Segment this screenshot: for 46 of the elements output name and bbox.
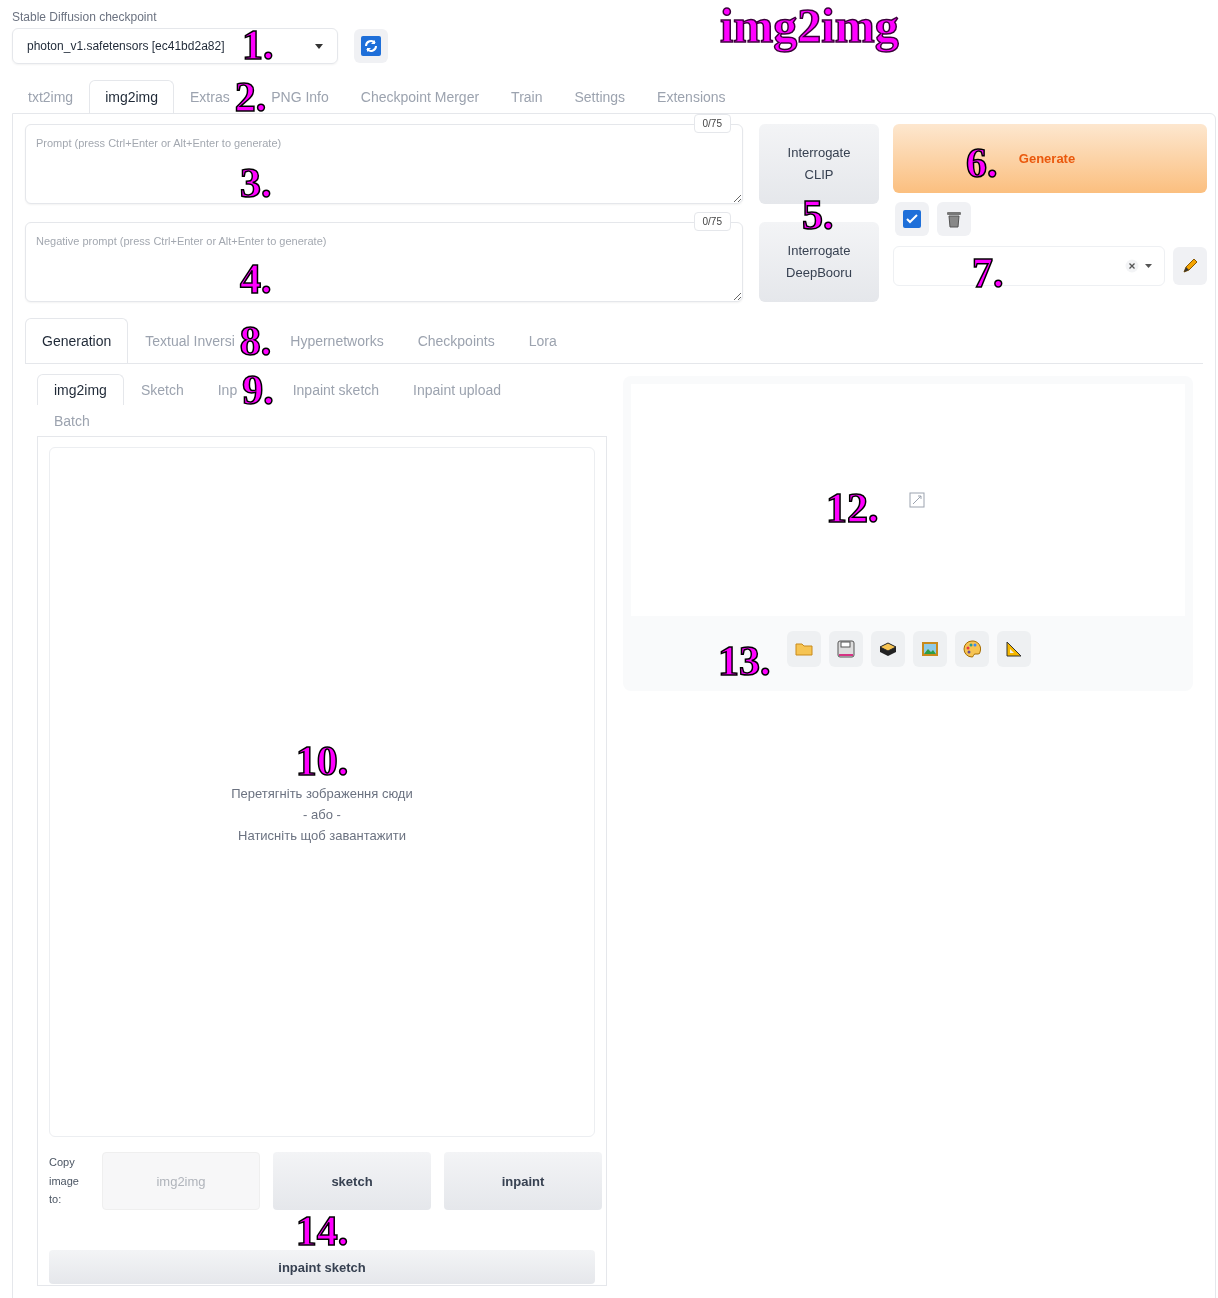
annotation-number: 8.	[239, 325, 272, 356]
palette-icon	[963, 640, 981, 658]
token-counter: 0/75	[693, 114, 731, 133]
tool-button[interactable]	[871, 631, 905, 667]
folder-icon	[795, 642, 813, 656]
copy-label: Copy image to:	[49, 1154, 80, 1208]
annotation-number: 2.	[234, 81, 267, 112]
page-title: img2img	[720, 2, 899, 50]
annotation-number: 6.	[966, 142, 998, 184]
upload-hint: Натисніть щоб завантажити	[238, 827, 406, 843]
tab[interactable]: img2img	[89, 80, 175, 113]
broken-image-icon	[909, 492, 925, 508]
annotation-number: 10.	[295, 741, 349, 780]
tab[interactable]: img2img	[37, 374, 124, 405]
save-icon	[837, 640, 855, 658]
checkbox-icon	[903, 210, 921, 228]
image-drop-area[interactable]: 10. Перетягніть зображення сюди - або - Натисніть щоб завантажити	[49, 447, 595, 1137]
apply-style-button[interactable]	[895, 202, 929, 236]
ruler-triangle-icon	[1005, 640, 1023, 658]
trash-button[interactable]	[937, 202, 971, 236]
annotation-number: 3.	[240, 162, 272, 204]
annotation-number: 9.	[242, 374, 274, 405]
annotation-number: 12.	[826, 487, 879, 529]
styles-dropdown[interactable]	[893, 246, 1165, 286]
refresh-icon	[361, 36, 381, 56]
copy-button[interactable]: sketch	[273, 1152, 431, 1210]
caret-icon	[315, 43, 323, 49]
trash-icon	[946, 210, 962, 228]
annotation-number: 7.	[972, 252, 1004, 294]
token-counter: 0/75	[693, 212, 731, 231]
upload-hint: - або -	[303, 806, 341, 822]
field-label: Stable Diffusion checkpoint	[12, 10, 158, 24]
tab[interactable]: Generation	[25, 318, 129, 363]
image-icon	[921, 641, 939, 657]
annotation-number: 14.	[295, 1214, 349, 1248]
clear-icon	[1125, 259, 1139, 273]
pencil-icon	[1181, 257, 1199, 275]
annotation-number: 13.	[718, 640, 771, 682]
box-icon	[879, 641, 897, 657]
caret-icon	[1145, 264, 1152, 268]
copy-button[interactable]: inpaint sketch	[49, 1250, 595, 1284]
upload-hint: Перетягніть зображення сюди	[231, 785, 413, 801]
edit-button[interactable]	[1173, 247, 1207, 285]
copy-button[interactable]: inpaint	[444, 1152, 602, 1210]
annotation-number: 4.	[240, 258, 272, 300]
refresh-button[interactable]	[354, 29, 388, 63]
